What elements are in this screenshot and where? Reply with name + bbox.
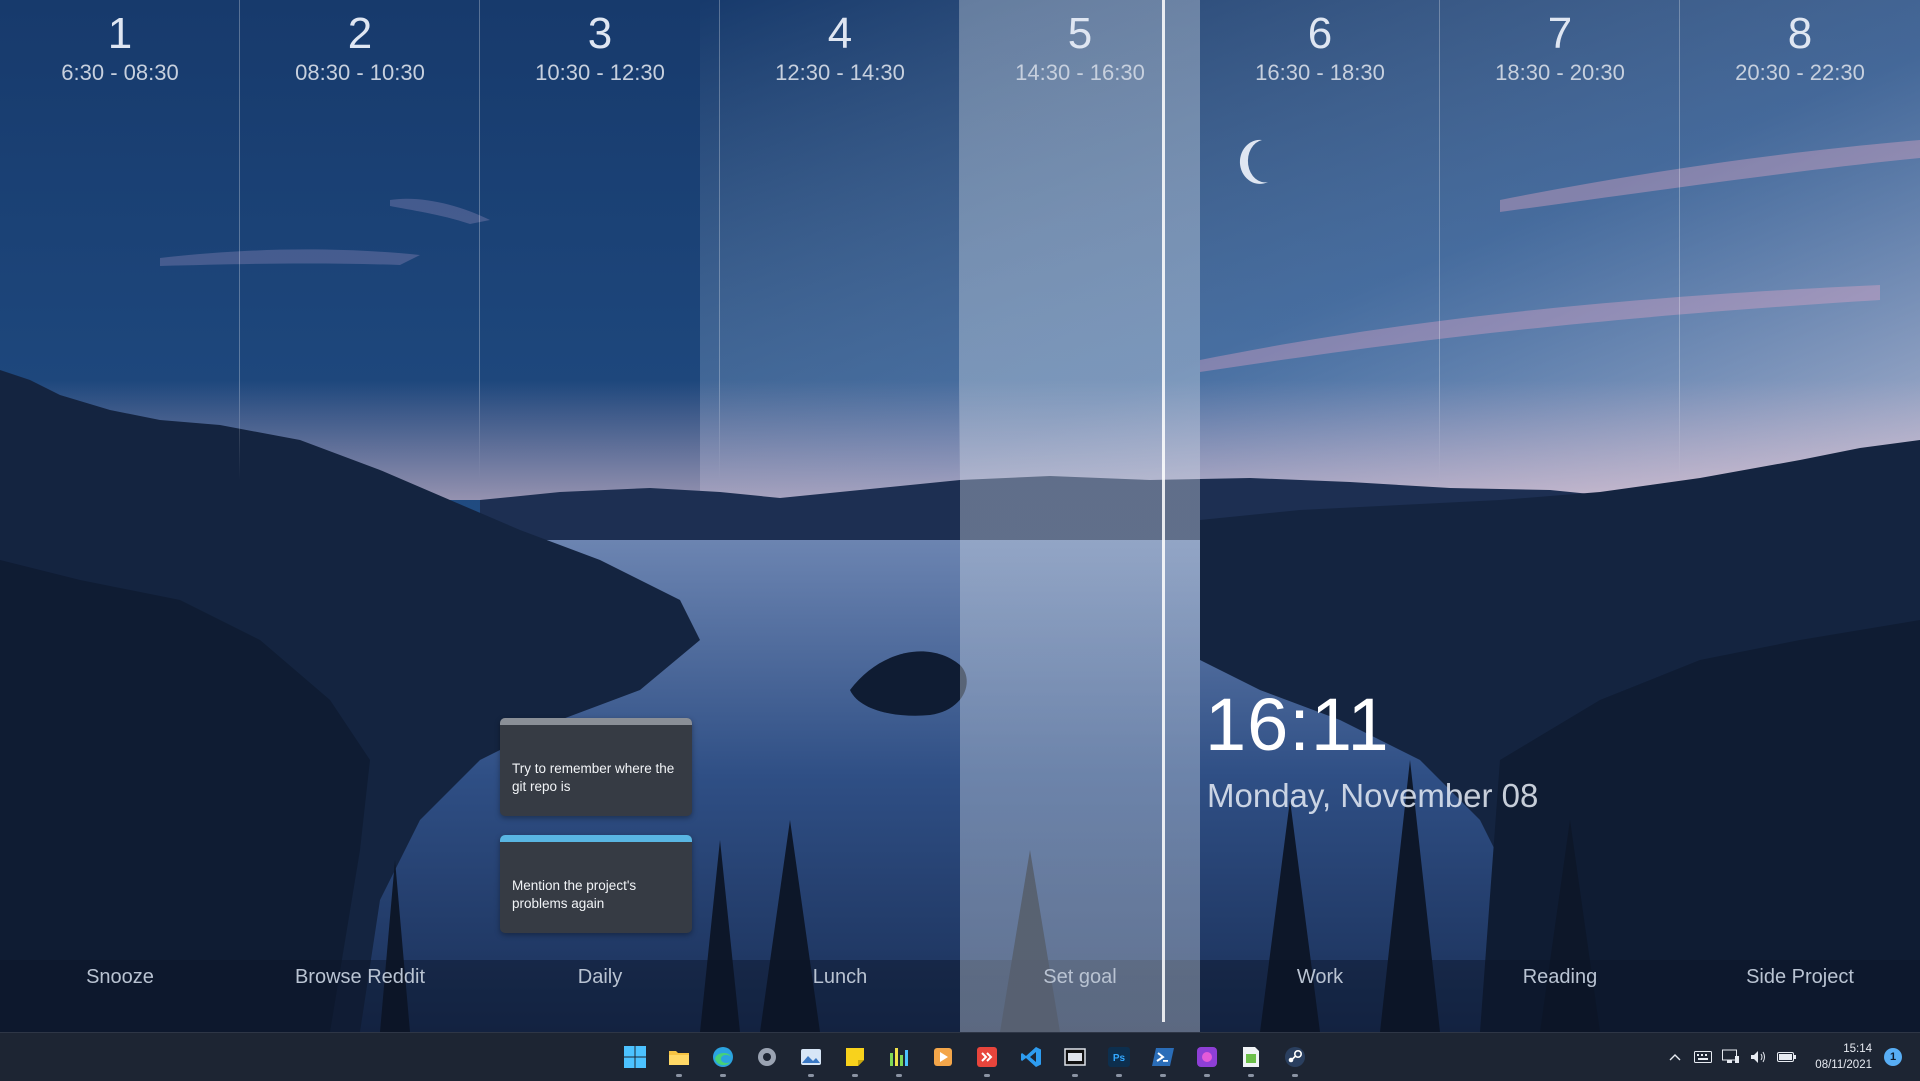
- taskbar-settings[interactable]: [745, 1033, 789, 1081]
- slot-time-range: 16:30 - 18:30: [1255, 60, 1385, 85]
- slot-task-label: Side Project: [1746, 966, 1854, 988]
- slot-task-label: Reading: [1522, 966, 1598, 988]
- taskbar-apps: Ps: [613, 1033, 1317, 1081]
- taskbar-git-client[interactable]: [965, 1033, 1009, 1081]
- slot-time-range: 6:30 - 08:30: [61, 60, 179, 85]
- taskbar-photos[interactable]: [789, 1033, 833, 1081]
- network-icon[interactable]: [1720, 1046, 1742, 1068]
- taskbar: Ps 15:14 08/11/2021 1: [0, 1032, 1920, 1081]
- vscode-icon: [1021, 1047, 1041, 1067]
- taskbar-edge[interactable]: [701, 1033, 745, 1081]
- running-indicator: [720, 1074, 726, 1077]
- edge-browser-icon: [713, 1047, 733, 1067]
- powershell-icon: [1152, 1048, 1174, 1066]
- current-time-indicator: [1162, 0, 1165, 1022]
- note-card[interactable]: Try to remember where the git repo is: [500, 718, 692, 816]
- slot-task-label: Snooze: [86, 966, 154, 988]
- show-hidden-icons-chevron-up-icon[interactable]: [1664, 1046, 1686, 1068]
- running-indicator: [1248, 1074, 1254, 1077]
- clock-time: 16:11: [1205, 683, 1390, 766]
- film-editor-icon: [1064, 1048, 1086, 1066]
- taskbar-spreadsheet[interactable]: [1229, 1033, 1273, 1081]
- slot-time-range: 10:30 - 12:30: [535, 60, 665, 85]
- slot-task-label: Daily: [577, 966, 623, 988]
- taskbar-film-editor[interactable]: [1053, 1033, 1097, 1081]
- running-indicator: [808, 1074, 814, 1077]
- slot-task-label: Browse Reddit: [294, 966, 426, 988]
- slot-number: 7: [1547, 9, 1573, 58]
- battery-icon[interactable]: [1776, 1046, 1798, 1068]
- git-client-icon: [977, 1047, 997, 1067]
- taskbar-steam[interactable]: [1273, 1033, 1317, 1081]
- slot-column-4[interactable]: 4 12:30 - 14:30 Lunch: [720, 0, 960, 1032]
- slot-number: 4: [827, 9, 853, 58]
- running-indicator: [984, 1074, 990, 1077]
- slot-column-2[interactable]: 2 08:30 - 10:30 Browse Reddit: [240, 0, 480, 1032]
- taskbar-vscode[interactable]: [1009, 1033, 1053, 1081]
- running-indicator: [1116, 1074, 1122, 1077]
- notification-badge[interactable]: 1: [1884, 1048, 1902, 1066]
- photoshop-icon: Ps: [1108, 1047, 1130, 1067]
- slot-number: 6: [1307, 9, 1333, 58]
- system-tray: 15:14 08/11/2021 1: [1661, 1033, 1920, 1081]
- running-indicator: [1204, 1074, 1210, 1077]
- slot-number: 8: [1787, 9, 1813, 58]
- tray-date: 08/11/2021: [1815, 1059, 1872, 1071]
- settings-gear-icon: [758, 1048, 776, 1066]
- photoshop-label: Ps: [1113, 1053, 1126, 1064]
- volume-icon[interactable]: [1748, 1046, 1770, 1068]
- taskbar-sticky-notes[interactable]: [833, 1033, 877, 1081]
- sticky-notes-icon: [846, 1048, 864, 1066]
- slot-column-7[interactable]: 7 18:30 - 20:30 Reading: [1440, 0, 1680, 1032]
- note-accent-bar: [500, 718, 692, 725]
- note-text: Mention the project's problems again: [512, 878, 637, 911]
- slot-column-1[interactable]: 1 6:30 - 08:30 Snooze: [0, 0, 240, 1032]
- running-indicator: [896, 1074, 902, 1077]
- running-indicator: [1072, 1074, 1078, 1077]
- tray-clock[interactable]: 15:14 08/11/2021: [1815, 1041, 1872, 1073]
- steam-icon: [1285, 1047, 1305, 1067]
- slot-time-range: 20:30 - 22:30: [1735, 60, 1865, 85]
- start-button[interactable]: [613, 1033, 657, 1081]
- slot-time-range: 12:30 - 14:30: [775, 60, 905, 85]
- purple-app-icon: [1197, 1047, 1217, 1067]
- slot-time-range: 18:30 - 20:30: [1495, 60, 1625, 85]
- equalizer-app-icon: [890, 1048, 908, 1066]
- spreadsheet-icon: [1243, 1047, 1259, 1067]
- running-indicator: [1160, 1074, 1166, 1077]
- taskbar-powershell[interactable]: [1141, 1033, 1185, 1081]
- slot-number: 1: [107, 9, 133, 58]
- slot-number: 2: [347, 9, 373, 58]
- tray-time: 15:14: [1843, 1043, 1872, 1055]
- file-explorer-icon: [669, 1051, 689, 1065]
- taskbar-media-player[interactable]: [921, 1033, 965, 1081]
- clock-date: Monday, November 08: [1207, 777, 1539, 814]
- photos-icon: [801, 1049, 821, 1065]
- running-indicator: [1292, 1074, 1298, 1077]
- slot-task-label: Lunch: [812, 966, 868, 988]
- note-card[interactable]: Mention the project's problems again: [500, 835, 692, 933]
- schedule-columns: 1 6:30 - 08:30 Snooze 2 08:30 - 10:30 Br…: [0, 0, 1920, 1032]
- note-accent-bar: [500, 835, 692, 842]
- slot-number: 3: [587, 9, 613, 58]
- taskbar-equalizer-app[interactable]: [877, 1033, 921, 1081]
- media-player-icon: [934, 1048, 952, 1066]
- note-text: Try to remember where the git repo is: [512, 761, 675, 794]
- start-icon: [624, 1046, 646, 1068]
- keyboard-icon[interactable]: [1692, 1046, 1714, 1068]
- slot-task-label: Work: [1296, 966, 1344, 988]
- taskbar-photoshop[interactable]: Ps: [1097, 1033, 1141, 1081]
- slot-column-8[interactable]: 8 20:30 - 22:30 Side Project: [1680, 0, 1920, 1032]
- slot-column-6[interactable]: 6 16:30 - 18:30 Work: [1200, 0, 1440, 1032]
- running-indicator: [852, 1074, 858, 1077]
- running-indicator: [676, 1074, 682, 1077]
- slot-time-range: 08:30 - 10:30: [295, 60, 425, 85]
- taskbar-file-explorer[interactable]: [657, 1033, 701, 1081]
- taskbar-purple-app[interactable]: [1185, 1033, 1229, 1081]
